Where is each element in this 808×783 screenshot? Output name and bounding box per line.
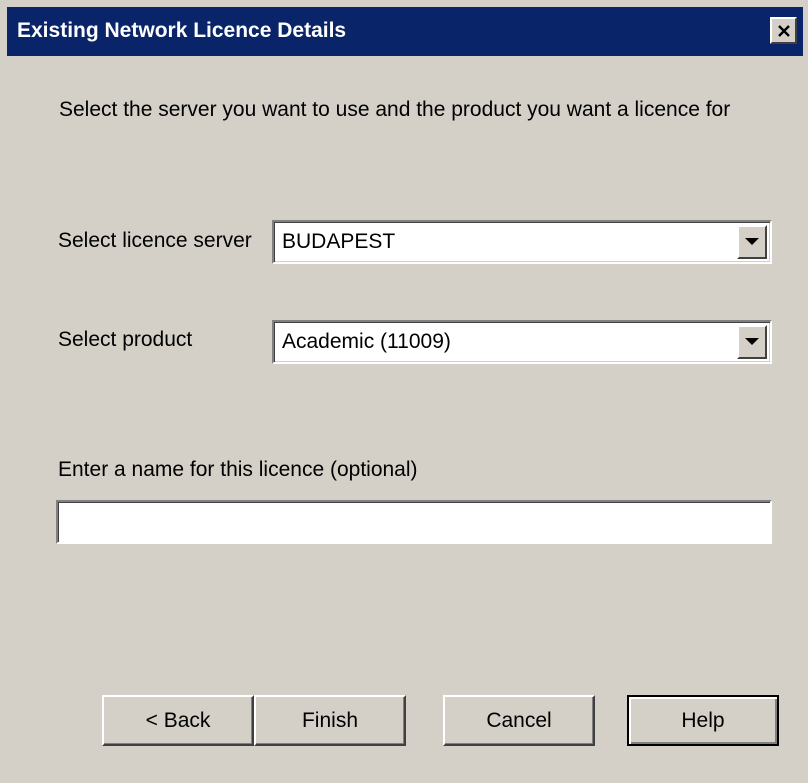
product-combobox[interactable]: Academic (11009) — [272, 320, 772, 364]
chevron-down-icon — [745, 338, 759, 345]
server-value: BUDAPEST — [282, 230, 396, 253]
close-button[interactable] — [770, 17, 797, 44]
product-value: Academic (11009) — [282, 330, 451, 353]
help-button[interactable]: Help — [627, 695, 779, 746]
product-dropdown-button[interactable] — [737, 325, 767, 359]
product-label: Select product — [58, 328, 193, 351]
licence-name-label: Enter a name for this licence (optional) — [58, 458, 418, 481]
chevron-down-icon — [745, 238, 759, 245]
finish-button[interactable]: Finish — [254, 695, 406, 746]
close-icon — [777, 24, 790, 37]
dialog-title: Existing Network Licence Details — [17, 19, 347, 42]
licence-name-input[interactable] — [56, 500, 772, 544]
cancel-button[interactable]: Cancel — [443, 695, 595, 746]
server-combobox[interactable]: BUDAPEST — [272, 220, 772, 264]
server-dropdown-button[interactable] — [737, 225, 767, 259]
server-label: Select licence server — [58, 229, 252, 252]
instruction-text: Select the server you want to use and th… — [59, 98, 731, 121]
dialog-window: Existing Network Licence Details Select … — [0, 0, 808, 783]
title-bar: Existing Network Licence Details — [7, 7, 803, 56]
back-button[interactable]: < Back — [102, 695, 254, 746]
